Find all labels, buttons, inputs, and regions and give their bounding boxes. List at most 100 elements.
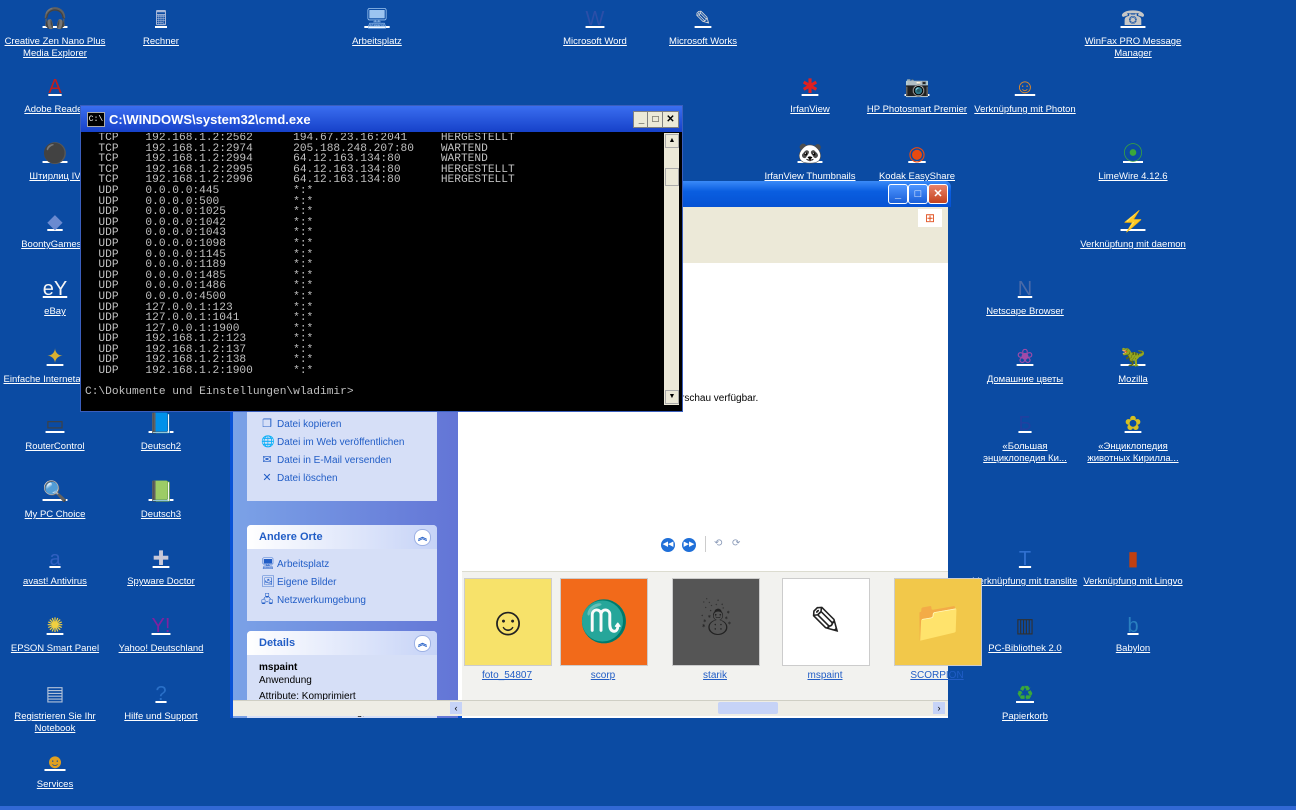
desktop-icon-label: Microsoft Works [669,36,737,47]
other-places-header[interactable]: Andere Orte ︽ [247,525,437,549]
calculator-icon: 🖩 [155,8,167,30]
thumbnail-label[interactable]: SCORPION [887,670,987,681]
close-button[interactable]: ✕ [928,184,948,204]
simpsons-thumbnail[interactable]: ☺ [464,578,552,666]
encyclopedia-icon: Б [1018,413,1032,435]
scorpion-thumbnail[interactable]: ♏ [560,578,648,666]
desktop-icon[interactable]: ✚ Spyware Doctor [106,544,216,588]
games-icon: ◆ [47,211,63,233]
desktop-icon[interactable]: 🎧 Creative Zen Nano Plus Media Explorer [0,4,110,60]
desktop-icon[interactable]: 🖩 Rechner [106,4,216,48]
ebay-icon: eY [42,278,68,300]
old-man-thumbnail[interactable]: ☃ [672,578,760,666]
scroll-down-icon[interactable]: ▼ [665,390,679,404]
register-icon: ▤ [45,683,65,705]
desktop-icon[interactable]: Y! Yahoo! Deutschland [106,611,216,655]
thumbnail-label[interactable]: mspaint [775,670,875,681]
details-header[interactable]: Details ︽ [247,631,437,655]
computer-icon: 🖥 [364,8,390,30]
task-link[interactable]: 🖼 Eigene Bilder [247,573,437,591]
network-icon: 🖧 [261,594,274,606]
paint-thumbnail[interactable]: ✎ [782,578,870,666]
previous-image-icon[interactable]: ◀◀ [661,538,675,552]
cmd-titlebar[interactable]: C:\ C:\WINDOWS\system32\cmd.exe _ □ ✕ [81,106,682,132]
toolbar-divider [705,536,706,552]
task-link[interactable]: 🌐 Datei im Web veröffentlichen [247,433,437,451]
desktop-icon[interactable]: ☎ WinFax PRO Message Manager [1078,4,1188,60]
desktop-icon[interactable]: ❀ Домашние цветы [970,342,1080,386]
desktop-icon[interactable]: W Microsoft Word [540,4,650,48]
avast-icon: a [49,548,61,570]
thumbnail-label[interactable]: foto_54807 [457,670,557,681]
scroll-thumb[interactable] [665,168,679,186]
services-icon: ☻ [44,751,66,773]
desktop-icon[interactable]: 🔍 My PC Choice [0,477,110,521]
desktop-icon-label: Microsoft Word [563,36,627,47]
scroll-left-icon[interactable]: ‹ [450,702,462,714]
desktop-icon[interactable]: 🐼 IrfanView Thumbnails [755,139,865,183]
desktop-icon[interactable]: 📗 Deutsch3 [106,477,216,521]
task-link-label: Datei in E-Mail versenden [277,455,392,466]
desktop-icon[interactable]: N Netscape Browser [970,274,1080,318]
desktop-icon[interactable]: ⦿ LimeWire 4.12.6 [1078,139,1188,183]
desktop-icon[interactable]: ▮ Verknüpfung mit Lingvo [1078,544,1188,588]
desktop-icon[interactable]: 📘 Deutsch2 [106,409,216,453]
task-link[interactable]: ❐ Datei kopieren [247,415,437,433]
desktop-icon[interactable]: ▥ PC-Bibliothek 2.0 [970,611,1080,655]
collapse-chevron-icon[interactable]: ︽ [414,635,431,652]
thumbnail-label[interactable]: starik [665,670,765,681]
desktop-icon-label: Netscape Browser [986,306,1064,317]
desktop-icon[interactable]: 🦖 Mozilla [1078,342,1188,386]
task-link[interactable]: 🖥 Arbeitsplatz [247,555,437,573]
desktop-icon[interactable]: ☻ Services [0,747,110,791]
close-button[interactable]: ✕ [662,111,679,128]
rotate-right-icon[interactable]: ⟳ [732,538,740,549]
desktop-icon[interactable]: ♻ Papierkorb [970,679,1080,723]
desktop-icon-label: IrfanView [790,104,830,115]
folder-thumbnail[interactable]: 📁 [894,578,982,666]
desktop-icon-label: Babylon [1115,643,1151,654]
desktop-icon[interactable]: 📷 HP Photosmart Premier [862,72,972,116]
cmd-line: UDP 0.0.0.0:445 *:* [85,184,314,197]
desktop-icon[interactable]: ⚡ Verknüpfung mit daemon [1078,207,1188,251]
cmd-line: UDP 0.0.0.0:1098 *:* [85,237,314,250]
cmd-scrollbar[interactable]: ▲ ▼ [664,133,679,405]
desktop-icon[interactable]: Б «Большая энциклопедия Ки... [970,409,1080,465]
desktop-icon[interactable]: ✎ Microsoft Works [648,4,758,48]
netscape-icon: N [1017,278,1033,300]
desktop-icon[interactable]: ☺ Verknüpfung mit Photon [970,72,1080,116]
minimize-button[interactable]: _ [888,184,908,204]
scroll-right-icon[interactable]: › [933,702,945,714]
desktop-icon[interactable]: ✺ EPSON Smart Panel [0,611,110,655]
thumbnail-label[interactable]: scorp [553,670,653,681]
desktop-icon[interactable]: ▭ RouterControl [0,409,110,453]
desktop-icon[interactable]: a avast! Antivirus [0,544,110,588]
horizontal-scrollbar[interactable]: ‹ › [233,700,948,716]
scroll-thumb[interactable] [718,702,778,714]
web-publish-icon: 🌐 [261,436,275,448]
collapse-chevron-icon[interactable]: ︽ [414,529,431,546]
cmd-output[interactable]: TCP 192.168.1.2:2562 194.67.23.16:2041 H… [85,133,663,405]
desktop-icon[interactable]: ✿ «Энциклопедия животных Кирилла... [1078,409,1188,465]
desktop-icon[interactable]: ? Hilfe und Support [106,679,216,723]
task-link[interactable]: ✉ Datei in E-Mail versenden [247,451,437,469]
task-link[interactable]: ✕ Datei löschen [247,469,437,487]
desktop-icon[interactable]: 🖥 Arbeitsplatz [322,4,432,48]
desktop-icon-label: «Энциклопедия животных Кирилла... [1087,441,1179,464]
next-image-icon[interactable]: ▶▶ [682,538,696,552]
translite-icon: T [1018,548,1032,570]
cmd-window[interactable]: C:\ C:\WINDOWS\system32\cmd.exe _ □ ✕ TC… [80,105,683,412]
desktop-icon[interactable]: b Babylon [1078,611,1188,655]
task-link[interactable]: 🖧 Netzwerkumgebung [247,591,437,609]
task-link-label: Datei kopieren [277,419,342,430]
maximize-button[interactable]: □ [908,184,928,204]
desktop-icon[interactable]: ✱ IrfanView [755,72,865,116]
rotate-left-icon[interactable]: ⟲ [714,538,722,549]
desktop-icon[interactable]: ▤ Registrieren Sie Ihr Notebook [0,679,110,735]
lingvo-icon: ▮ [1127,548,1139,570]
desktop-icon-label: Verknüpfung mit translite [972,576,1078,587]
desktop-icon[interactable]: T Verknüpfung mit translite [970,544,1080,588]
scroll-up-icon[interactable]: ▲ [665,134,679,148]
copy-icon: ❐ [262,418,272,430]
desktop-icon[interactable]: ◉ Kodak EasyShare [862,139,972,183]
